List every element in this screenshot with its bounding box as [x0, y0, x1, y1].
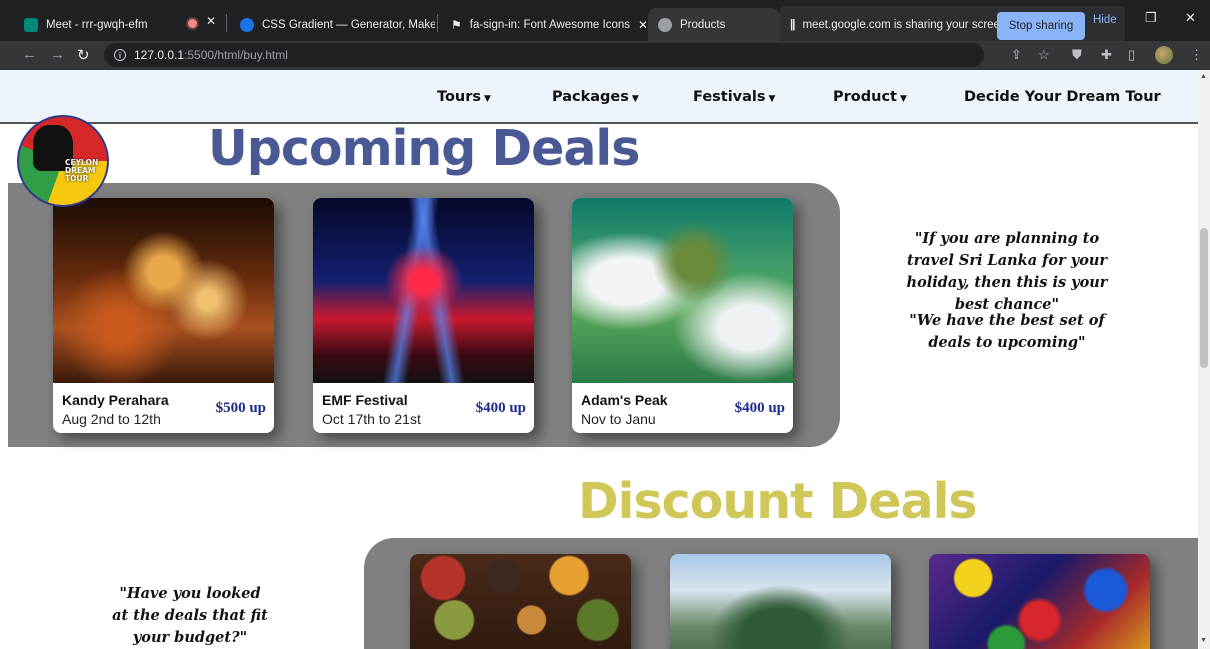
extensions-puzzle-icon[interactable]: ✚ — [1101, 47, 1112, 63]
deal-price: $400 up — [734, 400, 785, 416]
caret-down-icon: ▼ — [631, 94, 639, 104]
caret-down-icon: ▼ — [899, 94, 907, 104]
browser-tab-strip: Meet - rrr-gwqh-efm ✕ CSS Gradient — Gen… — [0, 0, 1210, 44]
nav-product[interactable]: Product ▼ — [833, 89, 907, 105]
deal-card-adams-peak[interactable]: Adam's Peak Nov to Janu $400 up — [572, 198, 793, 433]
tab-font-awesome[interactable]: ⚑ fa-sign-in: Font Awesome Icons ✕ — [441, 8, 646, 41]
caret-down-icon: ▼ — [484, 94, 491, 104]
share-icon[interactable]: ⇪ — [1011, 47, 1022, 63]
tab-label: Products — [680, 18, 726, 31]
quote-budget: "Have you looked at the deals that fit y… — [112, 585, 268, 646]
tab-label: fa-sign-in: Font Awesome Icons — [469, 18, 630, 31]
nav-packages[interactable]: Packages ▼ — [552, 89, 639, 105]
page-viewport: Tours ▼ Packages ▼ Festivals ▼ Product ▼ Dec… — [0, 70, 1198, 649]
google-meet-icon — [24, 17, 38, 32]
tab-products[interactable]: Products — [648, 8, 780, 41]
discount-card-mask-image[interactable] — [929, 554, 1150, 649]
reload-icon[interactable]: ↻ — [77, 46, 90, 64]
hide-button[interactable]: Hide — [1093, 14, 1117, 26]
globe-icon — [658, 17, 672, 32]
scroll-down-icon[interactable]: ▼ — [1200, 637, 1207, 644]
scroll-up-icon[interactable]: ▲ — [1200, 73, 1207, 80]
emf-festival-image — [313, 198, 534, 383]
deal-title: EMF Festival — [322, 392, 408, 408]
menu-kebab-icon[interactable]: ⋮ — [1190, 47, 1203, 63]
stop-sharing-button[interactable]: Stop sharing — [997, 12, 1085, 40]
nav-label: Festivals — [693, 89, 766, 105]
site-navbar: Tours ▼ Packages ▼ Festivals ▼ Product ▼ Dec… — [0, 70, 1198, 124]
deal-date: Oct 17th to 21st — [322, 411, 421, 427]
address-bar[interactable]: i 127.0.0.1:5500/html/buy.html — [104, 43, 984, 67]
shield-icon[interactable]: ⛊ — [1072, 47, 1082, 63]
discount-deals-title: Discount Deals — [578, 473, 978, 530]
share-bar-text: meet.google.com is sharing your screen. — [802, 19, 1010, 31]
caret-down-icon: ▼ — [768, 94, 776, 104]
recording-icon — [188, 19, 197, 28]
close-icon[interactable]: ✕ — [206, 14, 216, 28]
url-path: :5500/html/buy.html — [184, 48, 288, 62]
nav-decide-your-dream-tour[interactable]: Decide Your Dream Tour — [964, 89, 1161, 105]
adams-peak-image — [572, 198, 793, 383]
restore-window-icon[interactable]: ❐ — [1145, 10, 1157, 26]
deal-card-emf-festival[interactable]: EMF Festival Oct 17th to 21st $400 up — [313, 198, 534, 433]
css-gradient-icon — [240, 17, 254, 32]
nav-label: Tours — [437, 89, 482, 105]
close-icon[interactable]: ✕ — [638, 18, 646, 32]
url-host: 127.0.0.1 — [134, 48, 185, 62]
upcoming-deals-title: Upcoming Deals — [208, 120, 640, 177]
nav-label: Product — [833, 89, 897, 105]
discount-card-spices-image[interactable] — [410, 554, 631, 649]
quote-best-deals: "We have the best set of deals to upcomi… — [909, 312, 1105, 351]
tab-meet[interactable]: Meet - rrr-gwqh-efm — [14, 8, 184, 41]
logo-text: CEYLON DREAM TOUR — [65, 158, 99, 183]
tab-label: Meet - rrr-gwqh-efm — [46, 18, 148, 31]
forward-arrow-icon[interactable]: → — [50, 46, 65, 63]
kandy-perahara-image — [53, 198, 274, 383]
ceylon-dream-tour-logo[interactable]: CEYLON DREAM TOUR — [17, 115, 109, 207]
deal-title: Adam's Peak — [581, 392, 668, 408]
close-window-icon[interactable]: ✕ — [1185, 10, 1196, 26]
deal-title: Kandy Perahara — [62, 392, 169, 408]
nav-festivals[interactable]: Festivals ▼ — [693, 89, 775, 105]
quote-best-chance: "If you are planning to travel Sri Lanka… — [906, 230, 1108, 313]
tab-css-gradient[interactable]: CSS Gradient — Generator, Make ✕ — [230, 8, 435, 41]
nav-label: Packages — [552, 89, 629, 105]
profile-avatar[interactable] — [1155, 46, 1173, 64]
deal-price: $500 up — [215, 400, 266, 416]
deal-price: $400 up — [475, 400, 526, 416]
back-arrow-icon[interactable]: ← — [22, 46, 37, 63]
browser-toolbar: ← → ↻ i 127.0.0.1:5500/html/buy.html ⇪ ☆… — [0, 41, 1210, 70]
deal-card-kandy-perahara[interactable]: Kandy Perahara Aug 2nd to 12th $500 up — [53, 198, 274, 433]
discount-card-mountain-image[interactable] — [670, 554, 891, 649]
page-scrollbar[interactable]: ▲ ▼ — [1198, 70, 1210, 649]
deal-date: Aug 2nd to 12th — [62, 411, 161, 427]
deal-date: Nov to Janu — [581, 411, 656, 427]
side-panel-icon[interactable]: ▯ — [1128, 47, 1135, 63]
pause-icon: || — [790, 19, 796, 31]
flag-icon: ⚑ — [451, 17, 462, 32]
info-icon[interactable]: i — [114, 49, 126, 61]
nav-tours[interactable]: Tours ▼ — [437, 89, 491, 105]
bookmark-star-icon[interactable]: ☆ — [1038, 47, 1050, 63]
tab-label: CSS Gradient — Generator, Make — [262, 18, 435, 31]
scrollbar-thumb[interactable] — [1200, 228, 1208, 368]
